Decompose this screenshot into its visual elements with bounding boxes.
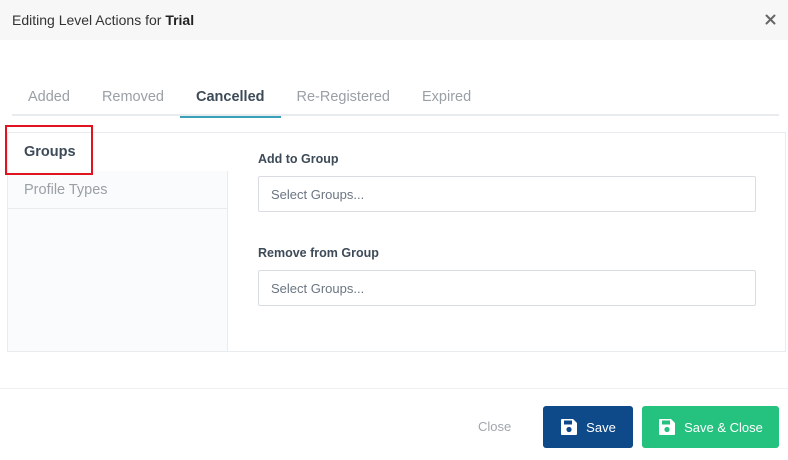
tab-removed[interactable]: Removed [86,78,180,116]
modal-header: Editing Level Actions for Trial [0,0,788,40]
close-icon[interactable] [762,11,778,27]
add-to-group-select[interactable]: Select Groups... [258,176,756,212]
save-and-close-label: Save & Close [684,419,763,435]
side-nav: Groups Profile Types [8,133,228,351]
modal-title-prefix: Editing Level Actions for [12,12,166,28]
remove-from-group-placeholder: Select Groups... [271,280,365,296]
tab-cancelled[interactable]: Cancelled [180,78,281,118]
remove-from-group-select[interactable]: Select Groups... [258,270,756,306]
tab-re-registered[interactable]: Re-Registered [281,78,407,116]
tab-label: Re-Registered [296,89,391,105]
side-item-profile-types[interactable]: Profile Types [8,171,227,209]
floppy-disk-icon [561,419,578,435]
tab-label: Added [28,89,70,105]
save-and-close-button[interactable]: Save & Close [642,406,779,448]
tab-label: Cancelled [196,89,265,105]
action-tabs: Added Removed Cancelled Re-Registered Ex… [12,78,779,118]
tab-label: Expired [422,89,472,105]
level-name: Trial [165,12,195,28]
actions-panel: Groups Profile Types Add to Group Select… [7,132,786,352]
floppy-disk-icon [659,419,676,435]
close-button[interactable]: Close [478,419,511,434]
modal-footer: Close Save Save & Close [0,388,788,460]
side-item-groups[interactable]: Groups [8,133,228,171]
tab-added[interactable]: Added [12,78,86,116]
tab-expired[interactable]: Expired [406,78,487,116]
side-item-label: Groups [24,144,76,160]
side-item-label: Profile Types [24,181,108,198]
add-to-group-label: Add to Group [258,152,339,166]
remove-from-group-label: Remove from Group [258,246,379,260]
modal-title: Editing Level Actions for Trial [12,12,194,28]
add-to-group-placeholder: Select Groups... [271,186,365,202]
save-button[interactable]: Save [543,406,633,448]
save-button-label: Save [586,419,616,435]
tab-label: Removed [101,89,164,105]
